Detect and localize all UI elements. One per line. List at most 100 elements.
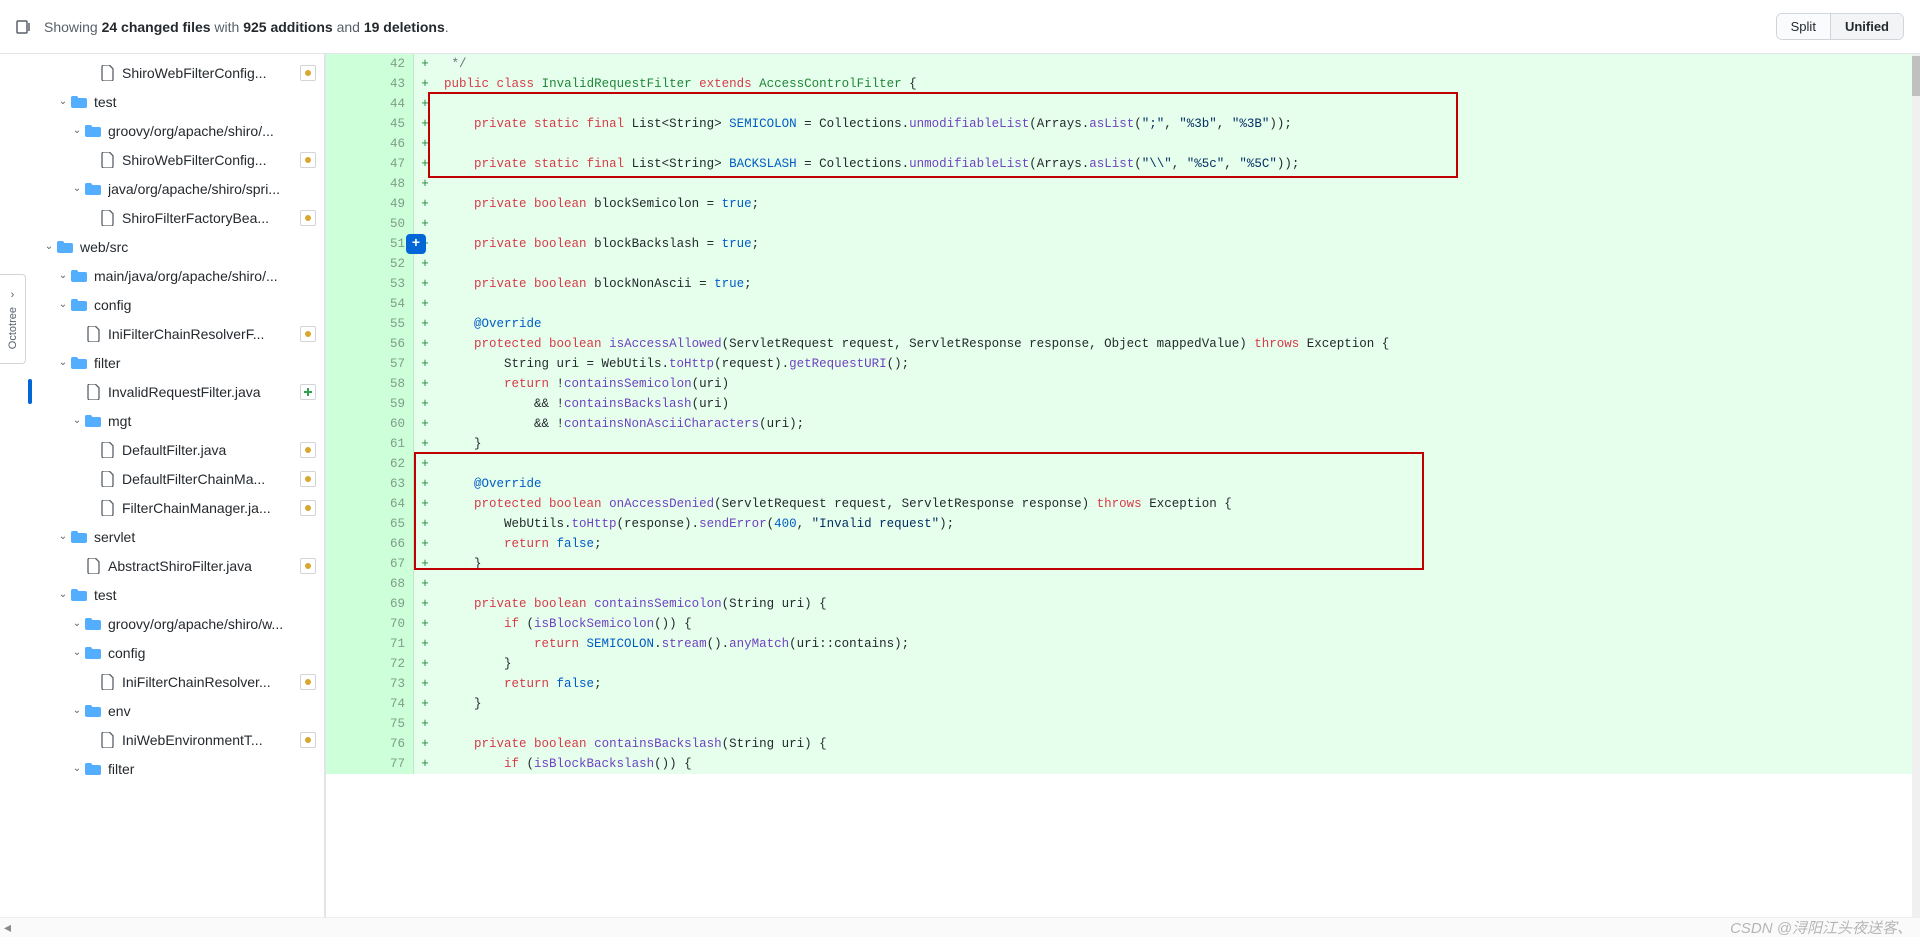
- chevron-down-icon[interactable]: ⌄: [70, 183, 84, 194]
- file-icon: [98, 674, 116, 690]
- diff-line[interactable]: 64+ protected boolean onAccessDenied(Ser…: [326, 494, 1920, 514]
- tree-file[interactable]: DefaultFilter.java: [28, 435, 324, 464]
- diff-line[interactable]: 56+ protected boolean isAccessAllowed(Se…: [326, 334, 1920, 354]
- diff-line[interactable]: 61+ }: [326, 434, 1920, 454]
- tree-folder[interactable]: ⌄filter: [28, 348, 324, 377]
- file-tree[interactable]: ShiroWebFilterConfig...⌄test⌄groovy/org/…: [28, 54, 324, 917]
- tree-file[interactable]: IniWebEnvironmentT...: [28, 725, 324, 754]
- diff-line[interactable]: 47+ private static final List<String> BA…: [326, 154, 1920, 174]
- tree-folder[interactable]: ⌄test: [28, 87, 324, 116]
- code-content: return false;: [436, 674, 1920, 694]
- folder-icon: [56, 239, 74, 255]
- tree-folder[interactable]: ⌄groovy/org/apache/shiro/...: [28, 116, 324, 145]
- tree-folder[interactable]: ⌄groovy/org/apache/shiro/w...: [28, 609, 324, 638]
- diff-line[interactable]: 51+ private boolean blockBackslash = tru…: [326, 234, 1920, 254]
- code-content: @Override: [436, 314, 1920, 334]
- tree-folder[interactable]: ⌄config: [28, 290, 324, 319]
- tree-file[interactable]: ShiroWebFilterConfig...: [28, 58, 324, 87]
- chevron-down-icon[interactable]: ⌄: [70, 415, 84, 426]
- tree-file[interactable]: InvalidRequestFilter.java: [28, 377, 324, 406]
- tree-folder[interactable]: ⌄ mgt: [28, 406, 324, 435]
- tree-folder[interactable]: ⌄filter: [28, 754, 324, 783]
- diff-line[interactable]: 43+public class InvalidRequestFilter ext…: [326, 74, 1920, 94]
- code-content: private boolean blockBackslash = true;: [436, 234, 1920, 254]
- tree-folder[interactable]: ⌄main/java/org/apache/shiro/...: [28, 261, 324, 290]
- tree-file[interactable]: AbstractShiroFilter.java: [28, 551, 324, 580]
- tree-item-label: DefaultFilterChainMa...: [122, 471, 300, 487]
- tree-item-label: mgt: [108, 413, 316, 429]
- chevron-down-icon[interactable]: ⌄: [56, 299, 70, 310]
- octotree-toggle[interactable]: › Octotree: [0, 274, 26, 364]
- tree-file[interactable]: FilterChainManager.ja...: [28, 493, 324, 522]
- diff-line[interactable]: 67+ }: [326, 554, 1920, 574]
- chevron-down-icon[interactable]: ⌄: [56, 357, 70, 368]
- tree-folder[interactable]: ⌄config: [28, 638, 324, 667]
- chevron-down-icon[interactable]: ⌄: [70, 125, 84, 136]
- split-view-tab[interactable]: Split: [1777, 14, 1830, 39]
- diff-line[interactable]: 71+ return SEMICOLON.stream().anyMatch(u…: [326, 634, 1920, 654]
- diff-pane[interactable]: 42+ */43+public class InvalidRequestFilt…: [326, 54, 1920, 917]
- diff-line[interactable]: 42+ */: [326, 54, 1920, 74]
- chevron-down-icon[interactable]: ⌄: [56, 589, 70, 600]
- diff-line[interactable]: 69+ private boolean containsSemicolon(St…: [326, 594, 1920, 614]
- diff-line[interactable]: 66+ return false;: [326, 534, 1920, 554]
- diff-line[interactable]: 75+: [326, 714, 1920, 734]
- tree-file[interactable]: ShiroWebFilterConfig...: [28, 145, 324, 174]
- diff-line[interactable]: 62+: [326, 454, 1920, 474]
- tree-file[interactable]: IniFilterChainResolverF...: [28, 319, 324, 348]
- diff-line[interactable]: 45+ private static final List<String> SE…: [326, 114, 1920, 134]
- line-number-new: 45: [370, 114, 414, 134]
- collapse-files-icon[interactable]: [16, 19, 32, 35]
- add-comment-button[interactable]: +: [406, 234, 426, 254]
- tree-folder[interactable]: ⌄servlet: [28, 522, 324, 551]
- tree-folder[interactable]: ⌄java/org/apache/shiro/spri...: [28, 174, 324, 203]
- diff-line[interactable]: 68+: [326, 574, 1920, 594]
- folder-icon: [70, 529, 88, 545]
- diff-line[interactable]: 48+: [326, 174, 1920, 194]
- diff-line[interactable]: 77+ if (isBlockBackslash()) {: [326, 754, 1920, 774]
- diff-line[interactable]: 63+ @Override: [326, 474, 1920, 494]
- diff-line[interactable]: 55+ @Override: [326, 314, 1920, 334]
- diff-line[interactable]: 65+ WebUtils.toHttp(response).sendError(…: [326, 514, 1920, 534]
- diff-marker: +: [414, 214, 436, 234]
- diff-line[interactable]: 52+: [326, 254, 1920, 274]
- chevron-down-icon[interactable]: ⌄: [70, 705, 84, 716]
- diff-line[interactable]: 59+ && !containsBackslash(uri): [326, 394, 1920, 414]
- diff-line[interactable]: 76+ private boolean containsBackslash(St…: [326, 734, 1920, 754]
- folder-icon: [84, 123, 102, 139]
- folder-icon: [84, 703, 102, 719]
- tree-folder[interactable]: ⌄test: [28, 580, 324, 609]
- tree-file[interactable]: IniFilterChainResolver...: [28, 667, 324, 696]
- diff-line[interactable]: 74+ }: [326, 694, 1920, 714]
- tree-file[interactable]: DefaultFilterChainMa...: [28, 464, 324, 493]
- tree-file[interactable]: ShiroFilterFactoryBea...: [28, 203, 324, 232]
- line-number-new: 73: [370, 674, 414, 694]
- diff-line[interactable]: 54+: [326, 294, 1920, 314]
- diff-line[interactable]: 44+: [326, 94, 1920, 114]
- line-number-new: 64: [370, 494, 414, 514]
- chevron-down-icon[interactable]: ⌄: [70, 647, 84, 658]
- diff-line[interactable]: 57+ String uri = WebUtils.toHttp(request…: [326, 354, 1920, 374]
- chevron-down-icon[interactable]: ⌄: [70, 618, 84, 629]
- code-content: [436, 454, 1920, 474]
- diff-line[interactable]: 58+ return !containsSemicolon(uri): [326, 374, 1920, 394]
- line-number-new: 48: [370, 174, 414, 194]
- diff-line[interactable]: 46+: [326, 134, 1920, 154]
- chevron-down-icon[interactable]: ⌄: [56, 270, 70, 281]
- diff-line[interactable]: 53+ private boolean blockNonAscii = true…: [326, 274, 1920, 294]
- chevron-down-icon[interactable]: ⌄: [56, 531, 70, 542]
- diff-line[interactable]: 70+ if (isBlockSemicolon()) {: [326, 614, 1920, 634]
- diff-line[interactable]: 73+ return false;: [326, 674, 1920, 694]
- diff-line[interactable]: 49+ private boolean blockSemicolon = tru…: [326, 194, 1920, 214]
- diff-line[interactable]: 50+: [326, 214, 1920, 234]
- diff-line[interactable]: 72+ }: [326, 654, 1920, 674]
- vertical-scrollbar[interactable]: [1912, 54, 1920, 917]
- arrow-left-icon[interactable]: ◂: [4, 919, 11, 936]
- chevron-down-icon[interactable]: ⌄: [56, 96, 70, 107]
- tree-folder[interactable]: ⌄web/src: [28, 232, 324, 261]
- chevron-down-icon[interactable]: ⌄: [70, 763, 84, 774]
- tree-folder[interactable]: ⌄env: [28, 696, 324, 725]
- unified-view-tab[interactable]: Unified: [1830, 14, 1903, 39]
- diff-line[interactable]: 60+ && !containsNonAsciiCharacters(uri);: [326, 414, 1920, 434]
- chevron-down-icon[interactable]: ⌄: [42, 241, 56, 252]
